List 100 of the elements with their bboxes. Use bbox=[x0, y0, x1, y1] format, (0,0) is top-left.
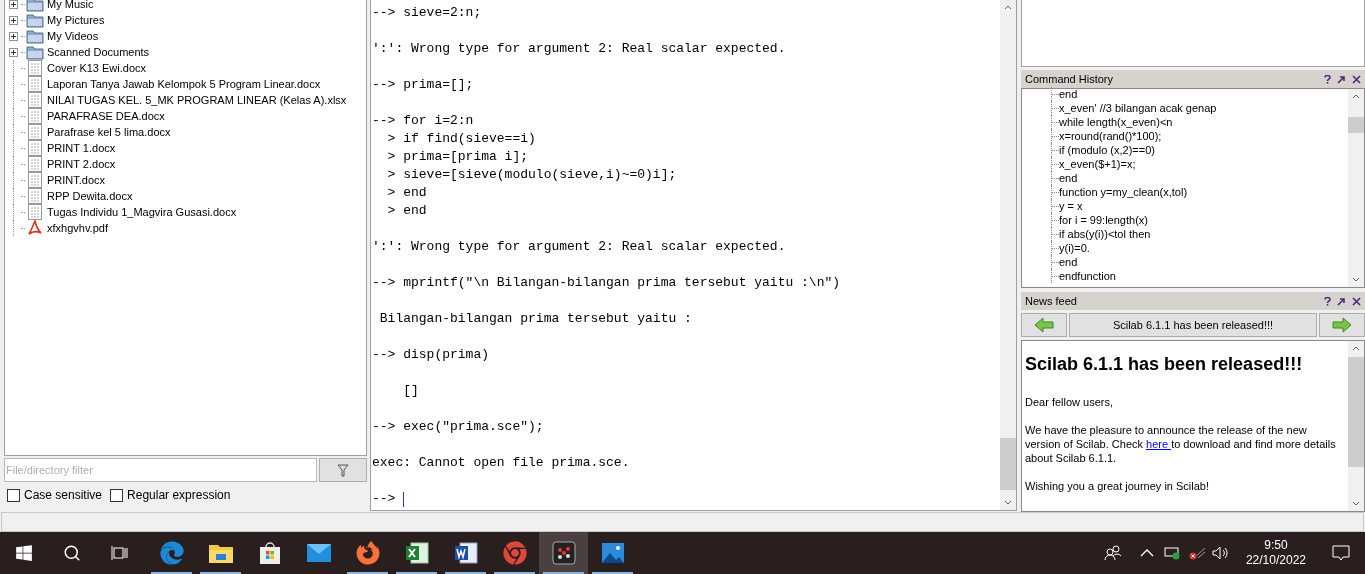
help-icon[interactable] bbox=[1324, 74, 1331, 84]
tree-item[interactable]: Tugas Individu 1_Magvira Gusasi.docx bbox=[47, 203, 237, 221]
console-line: --> for i=2:n bbox=[372, 112, 474, 130]
scrollbar-thumb[interactable] bbox=[1348, 357, 1364, 467]
scrollbar[interactable] bbox=[1348, 341, 1364, 511]
binary-file-icon bbox=[28, 60, 42, 76]
undock-icon[interactable] bbox=[1337, 74, 1346, 84]
history-item[interactable]: if (modulo (x,2)==0) bbox=[1059, 143, 1155, 157]
tree-item[interactable]: Parafrase kel 5 lima.docx bbox=[47, 123, 171, 141]
console-line: --> disp(prima) bbox=[372, 346, 490, 364]
panel-title: News feed bbox=[1025, 293, 1077, 309]
clock[interactable]: 9:50 22/10/2022 bbox=[1241, 538, 1310, 568]
spreadsheet-icon bbox=[404, 541, 429, 565]
console-line: --> sieve=2:n; bbox=[372, 4, 482, 22]
folder-icon bbox=[26, 44, 44, 60]
shopping-bag-icon bbox=[257, 541, 282, 565]
close-icon[interactable] bbox=[1352, 296, 1361, 306]
left-arrow-icon bbox=[1034, 317, 1054, 333]
tree-item[interactable]: Laporan Tanya Jawab Kelompok 5 Program Linear.docx bbox=[47, 75, 321, 93]
scroll-up-icon[interactable] bbox=[1352, 346, 1360, 351]
download-link[interactable]: here bbox=[1146, 438, 1172, 450]
tree-item[interactable]: PARAFRASE DEA.docx bbox=[47, 107, 165, 125]
tree-item[interactable]: RPP Dewita.docx bbox=[47, 187, 133, 205]
wifi-disconnected-icon[interactable] bbox=[1187, 546, 1206, 560]
tree-item[interactable]: Scanned Documents bbox=[47, 43, 150, 61]
filter-field[interactable]: File/directory filter bbox=[4, 458, 317, 482]
browser-icon bbox=[502, 541, 527, 565]
browser-icon bbox=[159, 541, 184, 565]
history-item[interactable]: end bbox=[1059, 255, 1078, 269]
right-arrow-icon bbox=[1332, 317, 1352, 333]
binary-file-icon bbox=[28, 140, 42, 156]
history-item[interactable]: for i = 99:length(x) bbox=[1059, 213, 1148, 227]
history-item[interactable]: end bbox=[1059, 171, 1078, 185]
chevron-up-icon[interactable] bbox=[1139, 549, 1154, 557]
news-headline: Scilab 6.1.1 has been released!!! bbox=[1025, 353, 1304, 375]
console-line: [] bbox=[402, 382, 419, 400]
news-paragraph: We have the pleasure to announce the release of the new version of Scilab. Check here to download and find more details about Scilab 6.1.1. bbox=[1025, 423, 1337, 465]
console-line: > sieve=[sieve(modulo(sieve,i)~=0)i]; bbox=[386, 166, 677, 184]
tree-item[interactable]: NILAI TUGAS KEL. 5_MK PROGRAM LINEAR (Kelas A).xlsx bbox=[47, 91, 347, 109]
speaker-icon[interactable] bbox=[1211, 546, 1230, 560]
scrollbar-thumb[interactable] bbox=[1348, 117, 1364, 133]
history-item[interactable]: x_even' //3 bilangan acak genap bbox=[1059, 101, 1217, 115]
console-line: ':': Wrong type for argument 2: Real scalar expected. bbox=[372, 40, 786, 58]
history-item[interactable]: function y=my_clean(x,tol) bbox=[1059, 185, 1188, 199]
binary-file-icon bbox=[28, 92, 42, 108]
search-icon bbox=[63, 544, 81, 562]
news-closing: Wishing you a great journey in Scilab! bbox=[1025, 479, 1211, 493]
scrollbar-thumb[interactable] bbox=[1000, 438, 1016, 490]
history-item[interactable]: if abs(y(i))<tol then bbox=[1059, 227, 1151, 241]
notification-icon[interactable] bbox=[1332, 544, 1350, 562]
history-item[interactable]: endfunction bbox=[1059, 269, 1116, 283]
scroll-down-icon[interactable] bbox=[1004, 500, 1012, 505]
expand-icon[interactable] bbox=[8, 47, 18, 57]
console-line: --> prima=[]; bbox=[372, 76, 474, 94]
console-line: --> mprintf("\n Bilangan-bilangan prima tersebut yaitu :\n") bbox=[372, 274, 841, 292]
funnel-icon bbox=[337, 463, 349, 477]
tree-item[interactable]: My Videos bbox=[47, 27, 99, 45]
windows-logo-icon bbox=[15, 544, 33, 562]
binary-file-icon bbox=[28, 188, 42, 204]
expand-icon[interactable] bbox=[8, 0, 18, 9]
expand-icon[interactable] bbox=[8, 15, 18, 25]
history-item[interactable]: x=round(rand()*100); bbox=[1059, 129, 1162, 143]
battery-icon[interactable] bbox=[1163, 546, 1182, 560]
console-line: --> exec("prima.sce"); bbox=[372, 418, 544, 436]
envelope-icon bbox=[305, 543, 332, 563]
taskbar-app[interactable] bbox=[539, 532, 588, 574]
binary-file-icon bbox=[28, 156, 42, 172]
history-item[interactable]: y(i)=0. bbox=[1059, 241, 1090, 255]
checkbox[interactable] bbox=[7, 488, 20, 502]
console-line: > prima=[prima i]; bbox=[386, 148, 529, 166]
folder-icon bbox=[207, 542, 234, 564]
history-item[interactable]: y = x bbox=[1059, 199, 1083, 213]
tree-item[interactable]: xfxhgvhv.pdf bbox=[47, 219, 108, 237]
console-line: exec: Cannot open file prima.sce. bbox=[372, 454, 630, 472]
document-icon bbox=[453, 541, 478, 565]
tree-item[interactable]: My Music bbox=[47, 0, 94, 13]
history-item[interactable]: x_even($+1)=x; bbox=[1059, 157, 1136, 171]
expand-icon[interactable] bbox=[8, 31, 18, 41]
history-item[interactable]: end bbox=[1059, 87, 1078, 101]
undock-icon[interactable] bbox=[1337, 296, 1346, 306]
tree-item[interactable]: PRINT 2.docx bbox=[47, 155, 116, 173]
scroll-up-icon[interactable] bbox=[1004, 5, 1012, 10]
tree-item[interactable]: My Pictures bbox=[47, 11, 105, 29]
binary-file-icon bbox=[28, 172, 42, 188]
checkbox[interactable] bbox=[110, 488, 124, 502]
scroll-down-icon[interactable] bbox=[1352, 277, 1360, 282]
scrollbar[interactable] bbox=[1000, 0, 1016, 510]
tree-item[interactable]: Cover K13 Ewi.docx bbox=[47, 59, 147, 77]
tree-item[interactable]: PRINT 1.docx bbox=[47, 139, 116, 157]
tree-item[interactable]: PRINT.docx bbox=[47, 171, 106, 189]
help-icon[interactable] bbox=[1324, 296, 1331, 306]
console-line: > end bbox=[386, 202, 427, 220]
scrollbar[interactable] bbox=[1348, 89, 1364, 287]
clock-date: 22/10/2022 bbox=[1245, 553, 1306, 568]
scroll-up-icon[interactable] bbox=[1352, 94, 1360, 99]
history-item[interactable]: while length(x_even)<n bbox=[1059, 115, 1173, 129]
close-icon[interactable] bbox=[1352, 74, 1361, 84]
people-icon[interactable] bbox=[1103, 545, 1122, 561]
scroll-down-icon[interactable] bbox=[1352, 501, 1360, 506]
folder-icon bbox=[26, 28, 44, 44]
